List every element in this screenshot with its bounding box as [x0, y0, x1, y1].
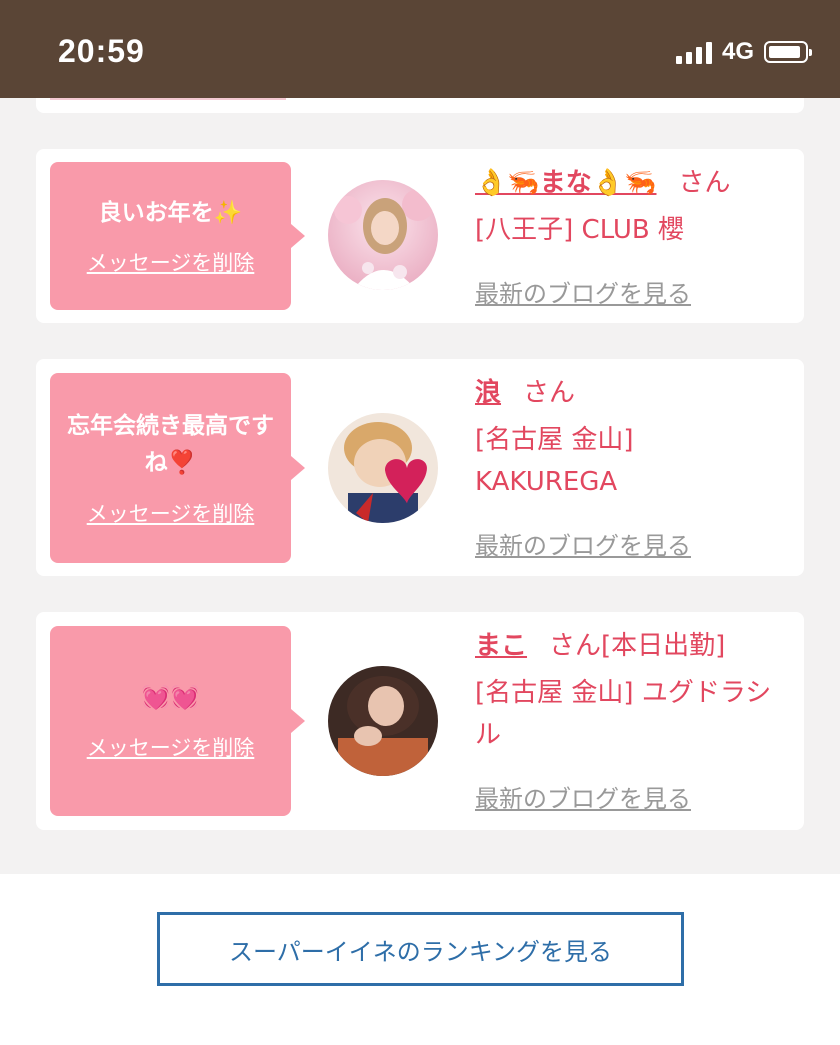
message-bubble: 💓💓 メッセージを削除	[50, 626, 305, 816]
status-bar: 20:59 4G	[0, 0, 840, 98]
battery-icon	[764, 41, 812, 63]
ranking-button[interactable]: スーパーイイネのランキングを見る	[157, 912, 684, 986]
honorific: さん	[678, 168, 731, 198]
previous-card-bottom	[36, 98, 804, 113]
honorific: さん[本日出勤]	[549, 631, 726, 661]
delete-message-link[interactable]: メッセージを削除	[87, 498, 255, 528]
latest-blog-link[interactable]: 最新のブログを見る	[475, 274, 691, 309]
delete-message-link[interactable]: メッセージを削除	[87, 247, 255, 277]
message-bubble: 忘年会続き最高ですね❣️ メッセージを削除	[50, 373, 305, 563]
shop-name: [名古屋 金山] KAKUREGA	[475, 425, 634, 497]
shop-name: [名古屋 金山] ユグドラシル	[475, 678, 772, 750]
delete-message-link[interactable]: メッセージを削除	[87, 732, 255, 762]
battery-level	[769, 46, 800, 58]
message-text: 💓💓	[141, 684, 200, 711]
honorific: さん	[523, 378, 576, 408]
sender-info: 👌🦐まな👌🦐 さん [八王子] CLUB 櫻	[475, 165, 785, 251]
message-card: 良いお年を✨ メッセージを削除 👌🦐まな👌🦐 さん [八王子] CLUB 櫻 最…	[36, 149, 804, 323]
message-bubble: 良いお年を✨ メッセージを削除	[50, 162, 305, 310]
message-card: 忘年会続き最高ですね❣️ メッセージを削除 浪さん [名古屋 金山] KAKUR…	[36, 359, 804, 576]
sender-info: 浪さん [名古屋 金山] KAKUREGA	[475, 375, 785, 503]
avatar[interactable]	[328, 413, 438, 523]
latest-blog-link[interactable]: 最新のブログを見る	[475, 526, 691, 561]
latest-blog-link[interactable]: 最新のブログを見る	[475, 779, 691, 814]
status-indicators: 4G	[675, 38, 812, 66]
sender-name-link[interactable]: 浪	[475, 378, 501, 408]
status-time: 20:59	[58, 33, 145, 69]
avatar[interactable]	[328, 666, 438, 776]
message-text: 忘年会続き最高ですね❣️	[67, 413, 274, 476]
sender-name-link[interactable]: 👌🦐まな👌🦐	[475, 168, 657, 198]
message-text: 良いお年を✨	[98, 199, 243, 226]
sender-info: まこ さん[本日出勤] [名古屋 金山] ユグドラシル	[475, 628, 785, 756]
message-card: 💓💓 メッセージを削除 まこ さん[本日出勤] [名古屋 金山] ユグドラシル 最…	[36, 612, 804, 830]
sender-name-link[interactable]: まこ	[475, 631, 527, 661]
shop-name: [八王子] CLUB 櫻	[475, 215, 685, 245]
cellular-signal-icon	[675, 40, 712, 64]
avatar[interactable]	[328, 180, 438, 290]
footer: スーパーイイネのランキングを見る	[0, 874, 840, 1045]
network-type: 4G	[721, 38, 754, 65]
